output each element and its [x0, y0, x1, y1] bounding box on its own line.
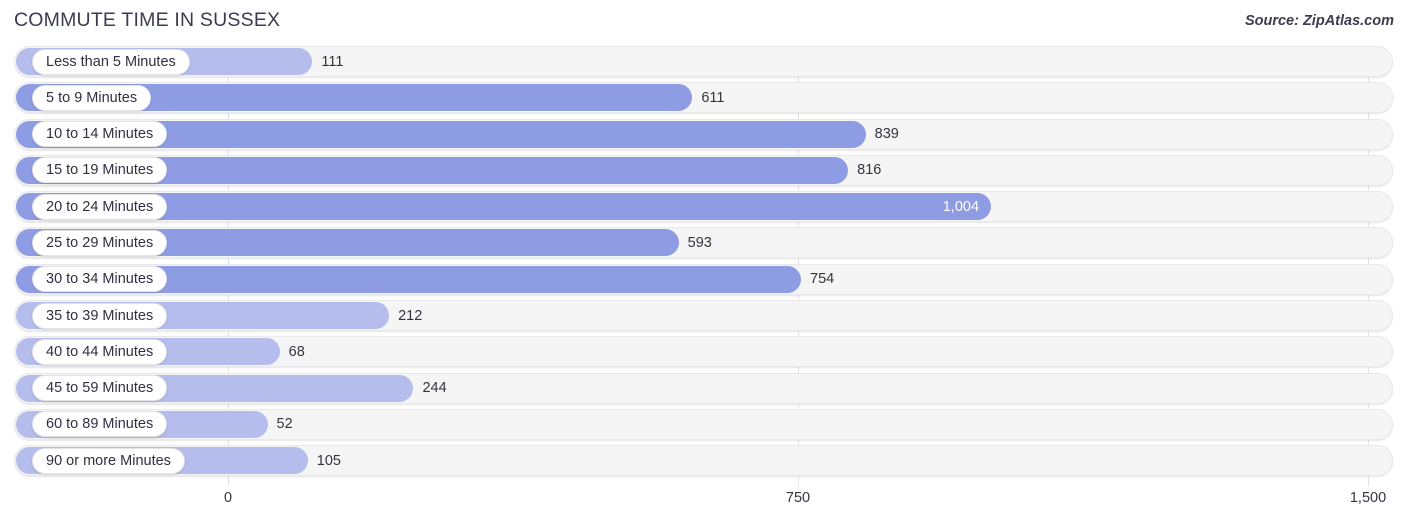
- category-label: 5 to 9 Minutes: [32, 84, 152, 111]
- category-label: 10 to 14 Minutes: [32, 121, 168, 148]
- x-tick-label: 1,500: [1349, 490, 1387, 506]
- bar-value-label: 52: [276, 416, 293, 433]
- bar-row[interactable]: 40 to 44 Minutes 68: [0, 336, 1406, 368]
- category-label: 60 to 89 Minutes: [32, 411, 168, 438]
- category-label: Less than 5 Minutes: [32, 48, 190, 75]
- page-title: COMMUTE TIME IN SUSSEX: [14, 9, 281, 31]
- bar-row[interactable]: 90 or more Minutes 105: [0, 445, 1406, 477]
- category-label: 25 to 29 Minutes: [32, 229, 168, 256]
- category-label: 20 to 24 Minutes: [32, 193, 168, 220]
- bar-row[interactable]: 30 to 34 Minutes 754: [0, 263, 1406, 295]
- bar-value-label: 244: [422, 380, 447, 397]
- bar-value-label: 105: [316, 452, 341, 469]
- bar-value-label: 816: [857, 162, 882, 179]
- source-attribution: Source: ZipAtlas.com: [1244, 13, 1394, 29]
- bar-row[interactable]: 20 to 24 Minutes 1,004: [0, 191, 1406, 223]
- bar-row[interactable]: 15 to 19 Minutes 816: [0, 154, 1406, 186]
- bar-value-label: 212: [398, 307, 423, 324]
- x-axis: 0 750 1,500: [0, 486, 1406, 522]
- bar-row[interactable]: 45 to 59 Minutes 244: [0, 372, 1406, 404]
- bar-rows: Less than 5 Minutes 111 5 to 9 Minutes 611 1…: [0, 46, 1406, 482]
- bar-value-label: 1,004: [942, 198, 980, 215]
- bar-value-label: 754: [810, 271, 835, 288]
- bar-value-label: 839: [874, 126, 899, 143]
- x-tick-label: 750: [785, 490, 811, 506]
- category-label: 15 to 19 Minutes: [32, 157, 168, 184]
- chart-header: COMMUTE TIME IN SUSSEX Source: ZipAtlas.…: [0, 0, 1406, 44]
- bar-row[interactable]: 25 to 29 Minutes 593: [0, 227, 1406, 259]
- category-label: 35 to 39 Minutes: [32, 302, 168, 329]
- bar-row[interactable]: 5 to 9 Minutes 611: [0, 82, 1406, 114]
- category-label: 90 or more Minutes: [32, 447, 185, 474]
- x-tick-label: 0: [223, 490, 233, 506]
- category-label: 40 to 44 Minutes: [32, 338, 168, 365]
- bar-value-label: 611: [701, 89, 725, 106]
- category-label: 30 to 34 Minutes: [32, 266, 168, 293]
- bar-value-label: 68: [288, 343, 305, 360]
- bar-row[interactable]: 35 to 39 Minutes 212: [0, 300, 1406, 332]
- bar-row[interactable]: 60 to 89 Minutes 52: [0, 408, 1406, 440]
- chart-plot-area: Less than 5 Minutes 111 5 to 9 Minutes 611 1…: [0, 46, 1406, 486]
- bar-value-label: 111: [321, 53, 344, 70]
- bar-row[interactable]: 10 to 14 Minutes 839: [0, 118, 1406, 150]
- bar-row[interactable]: Less than 5 Minutes 111: [0, 46, 1406, 77]
- category-label: 45 to 59 Minutes: [32, 375, 168, 402]
- bar-value-label: 593: [687, 234, 712, 251]
